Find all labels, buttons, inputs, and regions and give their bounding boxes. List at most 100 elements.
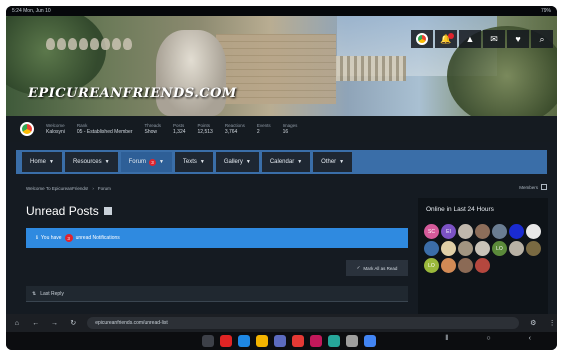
search-icon: ⌕ (539, 33, 545, 44)
online-user-avatar[interactable] (526, 241, 541, 256)
chevron-down-icon: ▼ (49, 159, 54, 165)
chevron-down-icon: ▼ (297, 159, 303, 165)
apps-icon[interactable] (346, 335, 358, 347)
address-bar[interactable]: epicureanfriends.com/unread-list (87, 317, 520, 329)
online-user-avatar[interactable] (492, 224, 507, 239)
nav-texts[interactable]: Texts ▼ (174, 152, 213, 172)
status-bar: 5:24 Mon, Jun 10 79% (6, 6, 557, 16)
warning-icon: ▲ (465, 34, 475, 44)
breadcrumb-separator: › (92, 186, 94, 191)
sort-filter-bar[interactable]: ⇅ Last Reply (26, 286, 408, 302)
breadcrumb-home[interactable]: Welcome To EpicureanFriends! (26, 186, 88, 191)
chrome-icon[interactable] (364, 335, 376, 347)
sidebar-title: Online in Last 24 Hours (426, 206, 494, 213)
filter-label: Last Reply (40, 290, 64, 297)
back-icon[interactable]: ← (31, 320, 41, 327)
online-user-avatar[interactable] (458, 241, 473, 256)
online-user-avatar[interactable] (458, 258, 473, 273)
online-user-avatar[interactable] (475, 241, 490, 256)
app-grid-icon[interactable] (202, 335, 214, 347)
browser-toolbar: ⌂ ← → ↻ epicureanfriends.com/unread-list… (6, 314, 557, 332)
rss-icon[interactable] (103, 207, 112, 215)
recents-icon[interactable]: ⦀ (445, 335, 448, 343)
online-user-avatar[interactable] (509, 224, 524, 239)
camera-icon[interactable] (310, 335, 322, 347)
alerts-button[interactable]: 🔔 (435, 30, 457, 48)
breadcrumb: Welcome To EpicureanFriends! › Forum (26, 186, 111, 191)
search-button[interactable]: ⌕ (531, 30, 553, 48)
translate-icon[interactable] (238, 335, 250, 347)
notice-prefix: You have (40, 235, 62, 241)
breadcrumb-forum[interactable]: Forum (98, 186, 111, 191)
online-user-avatar[interactable] (441, 241, 456, 256)
nav-forum-count: 3 (148, 158, 156, 166)
status-date: Mon, Jun 10 (23, 8, 51, 14)
maps-icon[interactable] (328, 335, 340, 347)
expand-icon (541, 184, 547, 190)
online-user-avatar[interactable] (509, 241, 524, 256)
chrome-avatar-icon (416, 33, 428, 45)
nav-forum[interactable]: Forum 3 ▼ (120, 152, 172, 172)
tablet-screen: 5:24 Mon, Jun 10 79% EPICUREANFRIENDS.CO… (6, 6, 557, 350)
nav-other[interactable]: Other ▼ (313, 152, 353, 172)
chevron-down-icon: ▼ (199, 159, 205, 165)
system-dock: ⦀ ○ ‹ (6, 332, 557, 350)
stat-events: Events 2 (256, 123, 271, 135)
reload-icon[interactable]: ↻ (68, 319, 78, 327)
quicklinks[interactable]: Members (519, 184, 547, 190)
nav-home[interactable]: Home ▼ (22, 152, 62, 172)
mark-all-read-button[interactable]: ✓ Mark All as Read (346, 260, 408, 276)
online-users-sidebar: Online in Last 24 Hours SC EI LO LO (418, 198, 548, 314)
stat-reactions: Reactions 3,764 (224, 123, 245, 135)
online-user-avatar[interactable]: SC (424, 224, 439, 239)
page-title-text: Unread Posts (26, 204, 99, 218)
online-user-avatar[interactable] (475, 224, 490, 239)
online-user-avatar[interactable]: LO (492, 241, 507, 256)
online-user-avatar[interactable] (475, 258, 490, 273)
battery-level: 79% (540, 8, 551, 14)
online-user-avatar[interactable]: EI (441, 224, 456, 239)
conversations-button[interactable]: ✉ (483, 30, 505, 48)
flipboard-icon[interactable] (220, 335, 232, 347)
url-text: epicureanfriends.com/unread-list (95, 320, 168, 326)
chevron-down-icon: ▼ (339, 159, 345, 165)
user-menu-button[interactable] (411, 30, 433, 48)
more-icon[interactable]: ⋮ (547, 319, 557, 327)
site-header-banner: EPICUREANFRIENDS.COM 🔔 ▲ ✉ ♥ ⌕ (6, 16, 557, 116)
stat-images: Images 16 (282, 123, 298, 135)
home-icon[interactable]: ⌂ (12, 320, 22, 327)
gallery-icon[interactable] (292, 335, 304, 347)
online-user-avatar[interactable] (424, 241, 439, 256)
page-title: Unread Posts (26, 204, 112, 218)
notification-notice[interactable]: ℹ You have 3 unread Notifications (26, 228, 408, 248)
chat-icon: ✉ (490, 33, 498, 44)
philosopher-heads-image (46, 38, 132, 50)
notes-icon[interactable] (256, 335, 268, 347)
dock-apps (202, 335, 376, 347)
stat-threads[interactable]: Threads Show (145, 122, 162, 136)
browser-icon[interactable] (274, 335, 286, 347)
chevron-down-icon: ▼ (104, 159, 110, 165)
back-nav-icon[interactable]: ‹ (529, 335, 531, 343)
nav-calendar[interactable]: Calendar ▼ (261, 152, 311, 172)
main-nav: Home ▼ Resources ▼ Forum 3 ▼ Texts ▼ Gallery ▼… (16, 150, 547, 174)
online-user-avatar[interactable]: LO (424, 258, 439, 273)
mark-read-label: Mark All as Read (363, 265, 398, 271)
nav-resources[interactable]: Resources ▼ (64, 152, 118, 172)
favorites-button[interactable]: ♥ (507, 30, 529, 48)
stat-points: Points 12,513 (197, 123, 213, 135)
online-user-avatar[interactable] (441, 258, 456, 273)
notice-count-badge: 3 (64, 234, 73, 242)
warnings-button[interactable]: ▲ (459, 30, 481, 48)
online-user-avatar[interactable] (526, 224, 541, 239)
tune-icon[interactable]: ⚙ (528, 319, 538, 327)
home-nav-icon[interactable]: ○ (486, 335, 490, 343)
forward-icon[interactable]: → (50, 320, 60, 327)
system-nav: ⦀ ○ ‹ (445, 335, 531, 343)
temple-image (336, 56, 406, 81)
stat-rank: Rank 05 - Established Member (76, 123, 133, 135)
nav-gallery[interactable]: Gallery ▼ (215, 152, 259, 172)
member-avatar[interactable] (20, 122, 34, 136)
site-logo[interactable]: EPICUREANFRIENDS.COM (28, 86, 237, 101)
online-user-avatar[interactable] (458, 224, 473, 239)
